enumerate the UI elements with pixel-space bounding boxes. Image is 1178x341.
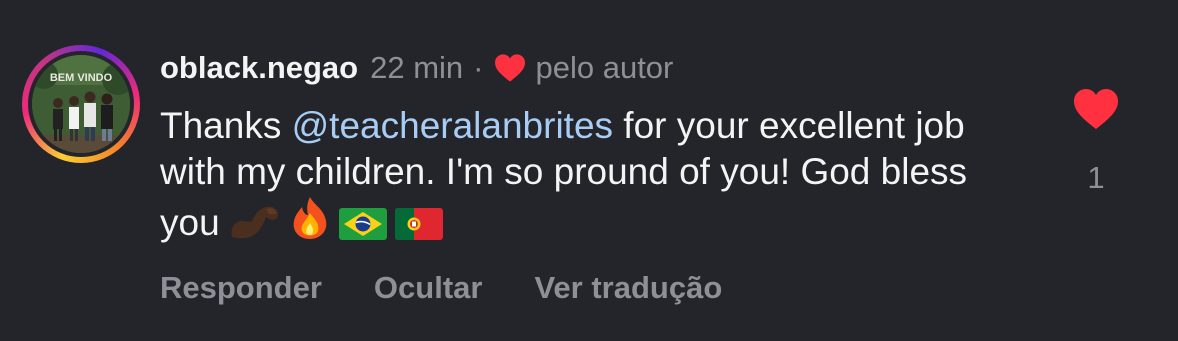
username-link[interactable]: oblack.negao xyxy=(160,50,358,86)
flexed-biceps-icon xyxy=(226,201,282,252)
translate-button[interactable]: Ver tradução xyxy=(534,270,722,306)
reply-button[interactable]: Responder xyxy=(160,270,322,306)
like-heart-icon[interactable] xyxy=(1072,87,1120,131)
comment-actions: Responder Ocultar Ver tradução xyxy=(160,270,722,306)
mention-link[interactable]: @teacheralanbrites xyxy=(292,105,613,146)
comment-timestamp[interactable]: 22 min xyxy=(370,50,463,86)
comment-text: Thanks @teacheralanbrites for your excel… xyxy=(160,103,1020,252)
fire-icon xyxy=(288,195,332,252)
comment-item: BEM VINDO oblack.negao 22 min · pelo aut… xyxy=(0,0,1178,341)
author-liked-heart-icon xyxy=(493,53,527,83)
avatar-banner-text: BEM VINDO xyxy=(50,72,113,84)
comment-text-start: Thanks xyxy=(160,105,292,146)
flag-brazil-icon xyxy=(338,205,388,252)
avatar-ring-gap: BEM VINDO xyxy=(28,51,134,157)
avatar[interactable]: BEM VINDO xyxy=(32,55,130,153)
comment-header: oblack.negao 22 min · pelo autor xyxy=(160,48,673,88)
flag-portugal-icon xyxy=(394,205,444,252)
avatar-story-ring[interactable]: BEM VINDO xyxy=(22,45,140,163)
author-liked-label: pelo autor xyxy=(535,50,674,85)
separator-dot: · xyxy=(473,50,484,85)
like-count[interactable]: 1 xyxy=(1072,160,1120,196)
hide-button[interactable]: Ocultar xyxy=(374,270,483,306)
